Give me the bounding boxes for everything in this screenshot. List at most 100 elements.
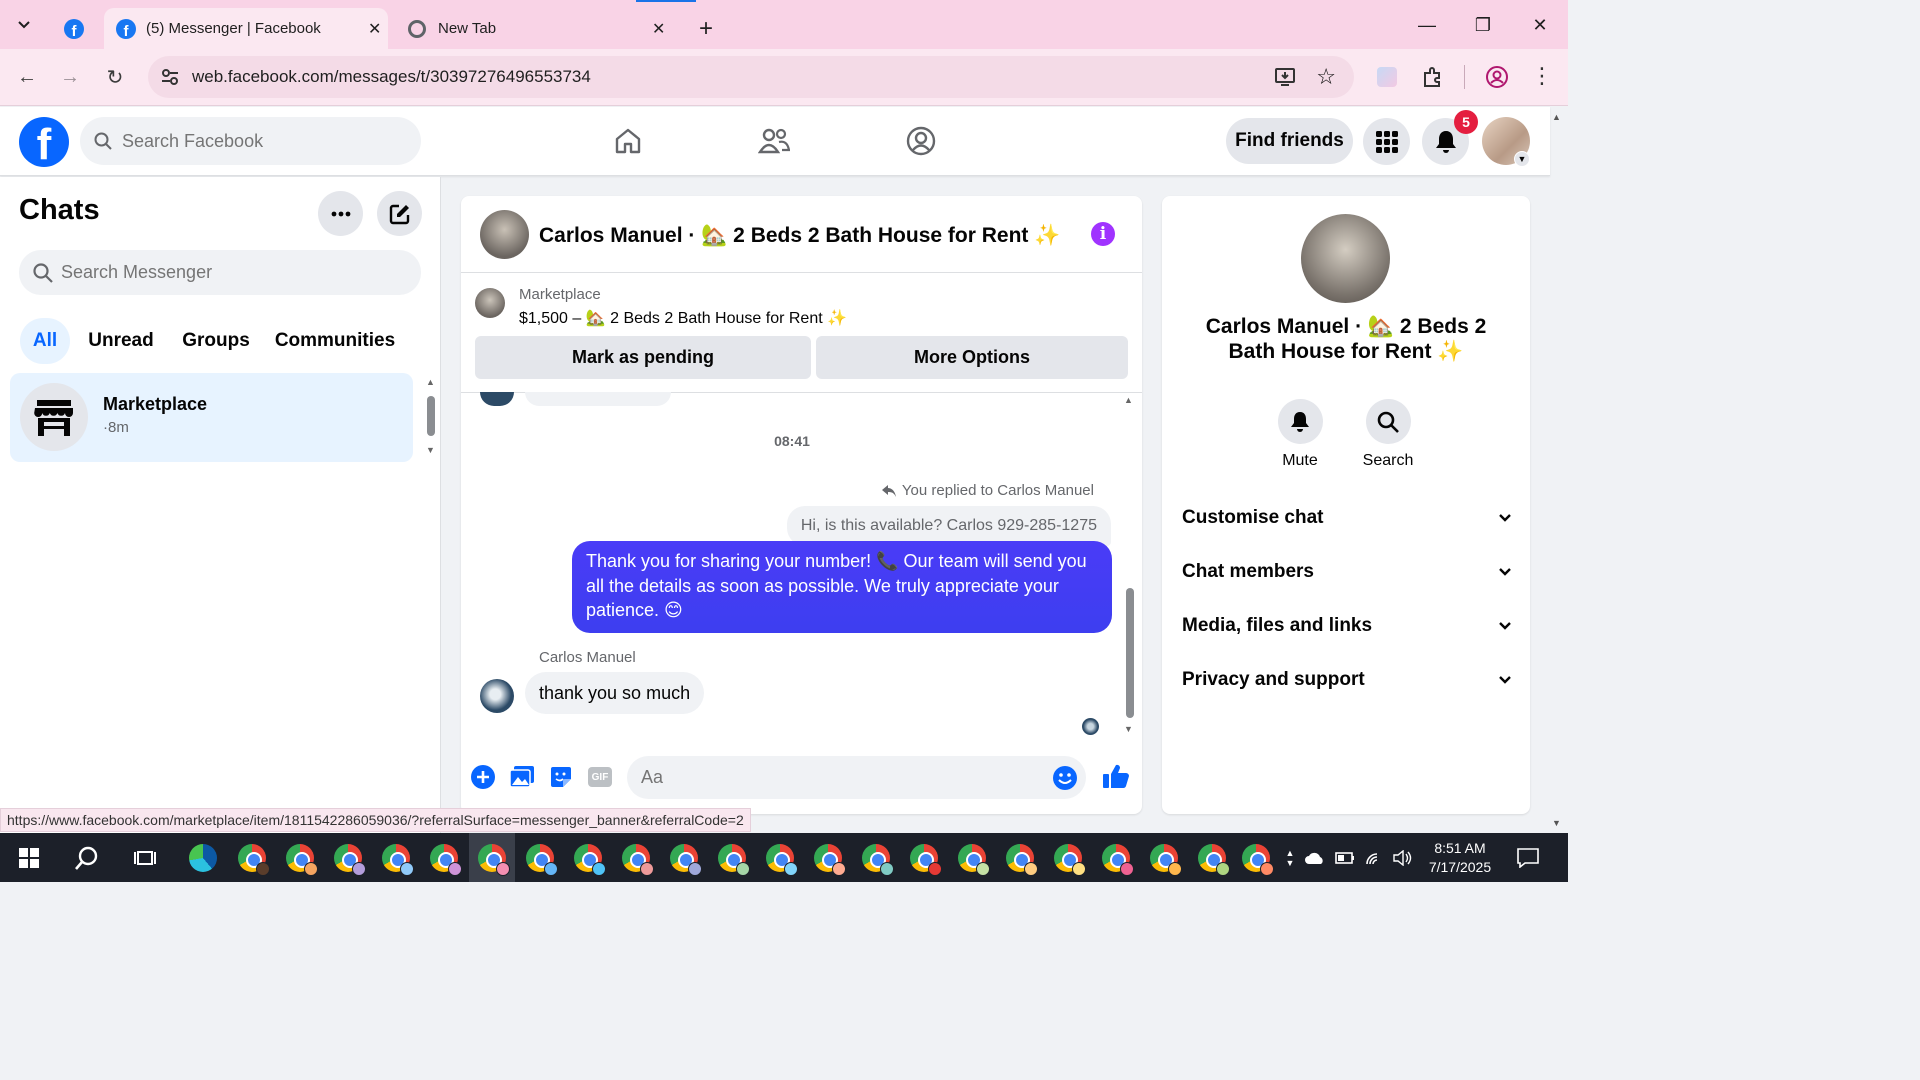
mark-as-pending-button[interactable]: Mark as pending [475, 336, 811, 379]
account-chevron-down-icon[interactable]: ▼ [1514, 151, 1530, 167]
onedrive-cloud-icon[interactable] [1302, 833, 1328, 882]
notification-center-icon[interactable] [1514, 833, 1542, 882]
chrome-taskbar-icon[interactable] [661, 833, 707, 882]
conversation-avatar[interactable] [480, 210, 529, 259]
chrome-taskbar-icon[interactable] [565, 833, 611, 882]
chrome-taskbar-icon[interactable] [1093, 833, 1139, 882]
search-action[interactable]: Search [1353, 399, 1423, 470]
extensions-puzzle-icon[interactable] [1421, 65, 1445, 94]
bookmark-star-icon[interactable]: ☆ [1316, 64, 1336, 90]
privacy-support-section[interactable]: Privacy and support [1182, 660, 1512, 700]
plus-circle-icon[interactable] [470, 764, 496, 790]
browser-menu-icon[interactable]: ⋮ [1531, 63, 1553, 89]
media-files-links-section[interactable]: Media, files and links [1182, 606, 1512, 646]
photo-icon[interactable] [509, 764, 535, 790]
tray-overflow-chevron-icon[interactable]: ▲ ▼ [1280, 833, 1300, 882]
conversation-title[interactable]: Carlos Manuel · 🏡 2 Beds 2 Bath House fo… [539, 224, 1060, 248]
chrome-taskbar-icon-active[interactable] [469, 833, 515, 882]
info-icon[interactable]: i [1091, 222, 1115, 246]
battery-icon[interactable] [1332, 833, 1358, 882]
sticker-icon[interactable] [548, 764, 574, 790]
profile-circle-icon[interactable] [899, 121, 943, 161]
profile-icon[interactable] [1485, 65, 1509, 94]
page-scroll-up-icon[interactable]: ▲ [1552, 112, 1561, 122]
gif-icon[interactable]: GIF [587, 764, 613, 790]
filter-groups[interactable]: Groups [174, 318, 258, 364]
sidebar-scroll-up-icon[interactable]: ▲ [426, 377, 435, 387]
home-icon[interactable] [606, 121, 650, 161]
chrome-taskbar-icon[interactable] [517, 833, 563, 882]
chrome-taskbar-icon[interactable] [709, 833, 755, 882]
edge-browser-icon[interactable] [180, 833, 226, 882]
listing-thumbnail[interactable] [475, 288, 505, 318]
forward-icon[interactable]: → [54, 61, 86, 93]
filter-all[interactable]: All [20, 318, 70, 364]
received-message-bubble[interactable]: thank you so much [525, 672, 705, 714]
search-icon[interactable] [1365, 399, 1411, 444]
filter-communities[interactable]: Communities [270, 318, 400, 364]
minimize-icon[interactable]: — [1405, 10, 1449, 40]
filter-unread[interactable]: Unread [80, 318, 162, 364]
tab-close-icon[interactable]: ✕ [652, 19, 665, 39]
pinned-facebook-tab[interactable]: f [52, 8, 96, 49]
chrome-taskbar-icon[interactable] [1233, 833, 1279, 882]
menu-grid-icon[interactable] [1363, 118, 1410, 165]
facebook-search-input[interactable] [122, 130, 382, 152]
page-scroll-down-icon[interactable]: ▼ [1552, 818, 1561, 828]
taskbar-search-icon[interactable] [64, 833, 110, 882]
sidebar-scroll-down-icon[interactable]: ▼ [426, 445, 435, 455]
chrome-taskbar-icon[interactable] [229, 833, 275, 882]
chat-members-section[interactable]: Chat members [1182, 552, 1512, 592]
message-input-field[interactable] [627, 756, 1086, 799]
chrome-taskbar-icon[interactable] [853, 833, 899, 882]
like-thumbs-up-icon[interactable] [1101, 761, 1131, 791]
new-tab-button[interactable]: + [690, 8, 722, 49]
task-view-icon[interactable] [123, 833, 169, 882]
customise-chat-section[interactable]: Customise chat [1182, 498, 1512, 538]
back-icon[interactable]: ← [11, 61, 43, 93]
windows-start-icon[interactable] [6, 833, 52, 882]
sender-avatar[interactable] [480, 679, 514, 713]
chrome-taskbar-icon[interactable] [1189, 833, 1235, 882]
messenger-search-input[interactable] [61, 262, 391, 283]
tab-messenger[interactable]: f (5) Messenger | Facebook ✕ [104, 8, 388, 49]
system-clock[interactable]: 8:51 AM 7/17/2025 [1420, 839, 1500, 877]
chat-list-item[interactable]: Marketplace ·8m [10, 373, 413, 462]
friends-icon[interactable] [752, 121, 796, 161]
find-friends-button[interactable]: Find friends [1226, 118, 1353, 164]
facebook-search[interactable] [80, 117, 421, 165]
mute-action[interactable]: Mute [1265, 399, 1335, 470]
volume-icon[interactable] [1390, 833, 1416, 882]
conversation-scroll-down-icon[interactable]: ▼ [1124, 724, 1133, 734]
reload-icon[interactable]: ↻ [99, 61, 131, 93]
chrome-taskbar-icon[interactable] [613, 833, 659, 882]
tab-new-tab[interactable]: New Tab ✕ [396, 8, 678, 49]
chrome-taskbar-icon[interactable] [421, 833, 467, 882]
conversation-scroll-up-icon[interactable]: ▲ [1124, 395, 1133, 405]
tab-close-icon[interactable]: ✕ [368, 19, 381, 39]
sidebar-scrollbar-thumb[interactable] [427, 396, 435, 436]
chrome-taskbar-icon[interactable] [325, 833, 371, 882]
facebook-logo[interactable]: f [19, 117, 69, 167]
chrome-taskbar-icon[interactable] [997, 833, 1043, 882]
message-input[interactable] [641, 767, 1021, 788]
chrome-taskbar-icon[interactable] [949, 833, 995, 882]
close-window-icon[interactable]: ✕ [1518, 10, 1562, 40]
site-info-icon[interactable] [160, 67, 180, 92]
restore-icon[interactable]: ❐ [1461, 10, 1505, 40]
new-message-button[interactable] [377, 191, 422, 236]
chrome-taskbar-icon[interactable] [1141, 833, 1187, 882]
chrome-taskbar-icon[interactable] [1045, 833, 1091, 882]
emoji-icon[interactable] [1052, 765, 1078, 796]
messenger-search[interactable] [19, 250, 421, 295]
chrome-taskbar-icon[interactable] [757, 833, 803, 882]
wifi-icon[interactable] [1362, 833, 1388, 882]
address-bar[interactable]: web.facebook.com/messages/t/303972764965… [148, 56, 1354, 98]
tab-list-chevron-icon[interactable] [8, 10, 40, 40]
info-avatar[interactable] [1301, 214, 1390, 303]
more-options-button[interactable]: More Options [816, 336, 1128, 379]
chrome-taskbar-icon[interactable] [277, 833, 323, 882]
chrome-taskbar-icon[interactable] [373, 833, 419, 882]
chrome-taskbar-icon[interactable] [901, 833, 947, 882]
chat-options-button[interactable] [318, 191, 363, 236]
